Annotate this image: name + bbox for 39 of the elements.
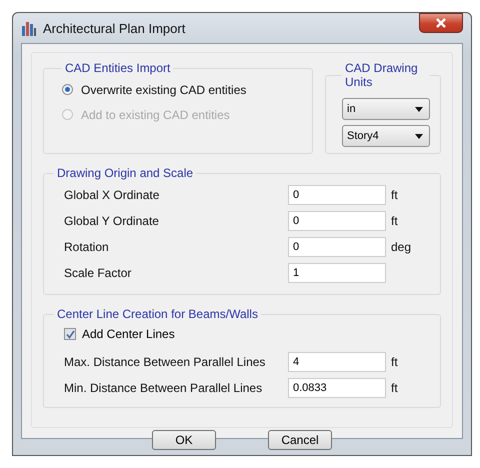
- field-label: Min. Distance Between Parallel Lines: [64, 381, 264, 395]
- checkbox[interactable]: [64, 328, 76, 340]
- unit-label: ft: [391, 355, 398, 369]
- field-label: Global Y Ordinate: [64, 214, 160, 228]
- unit-label: ft: [391, 188, 398, 202]
- close-icon: [435, 18, 447, 28]
- window-title: Architectural Plan Import: [43, 20, 186, 36]
- unit-label: deg: [391, 240, 412, 254]
- buildings-icon: [21, 20, 37, 36]
- group-title: Center Line Creation for Beams/Walls: [56, 307, 259, 321]
- input-field[interactable]: 1: [288, 263, 386, 283]
- field-label: Max. Distance Between Parallel Lines: [64, 355, 266, 369]
- check-icon: [66, 330, 74, 338]
- unit-label: ft: [391, 214, 398, 228]
- input-field[interactable]: 4: [288, 352, 386, 372]
- dialog-button[interactable]: OK: [152, 430, 216, 450]
- group-title: CAD Entities Import: [64, 61, 172, 75]
- group-title: CAD Drawing Units: [344, 61, 419, 89]
- caret-icon: [415, 134, 423, 138]
- input-field[interactable]: 0: [288, 185, 386, 205]
- radio-label: Add to existing CAD entities: [81, 108, 230, 122]
- radio-label: Overwrite existing CAD entities: [81, 82, 246, 96]
- input-field[interactable]: 0: [288, 211, 386, 231]
- caret-icon: [415, 106, 423, 112]
- dialog-button[interactable]: Cancel: [268, 430, 332, 450]
- radio-option[interactable]: Overwrite existing CAD entities: [62, 77, 302, 102]
- input-field[interactable]: 0.0833: [288, 378, 386, 398]
- checkbox-label: Add Center Lines: [82, 327, 175, 341]
- dropdown[interactable]: in: [342, 98, 430, 120]
- group-title: Drawing Origin and Scale: [56, 166, 194, 180]
- unit-label: ft: [391, 381, 398, 395]
- checkbox-option[interactable]: Add Center Lines: [54, 323, 430, 345]
- field-label: Global X Ordinate: [64, 188, 160, 202]
- field-label: Scale Factor: [64, 266, 132, 280]
- dropdown[interactable]: Story4: [342, 125, 430, 147]
- radio-button[interactable]: [62, 84, 73, 95]
- close-button[interactable]: [419, 13, 463, 33]
- input-field[interactable]: 0: [288, 237, 386, 257]
- field-label: Rotation: [64, 240, 110, 254]
